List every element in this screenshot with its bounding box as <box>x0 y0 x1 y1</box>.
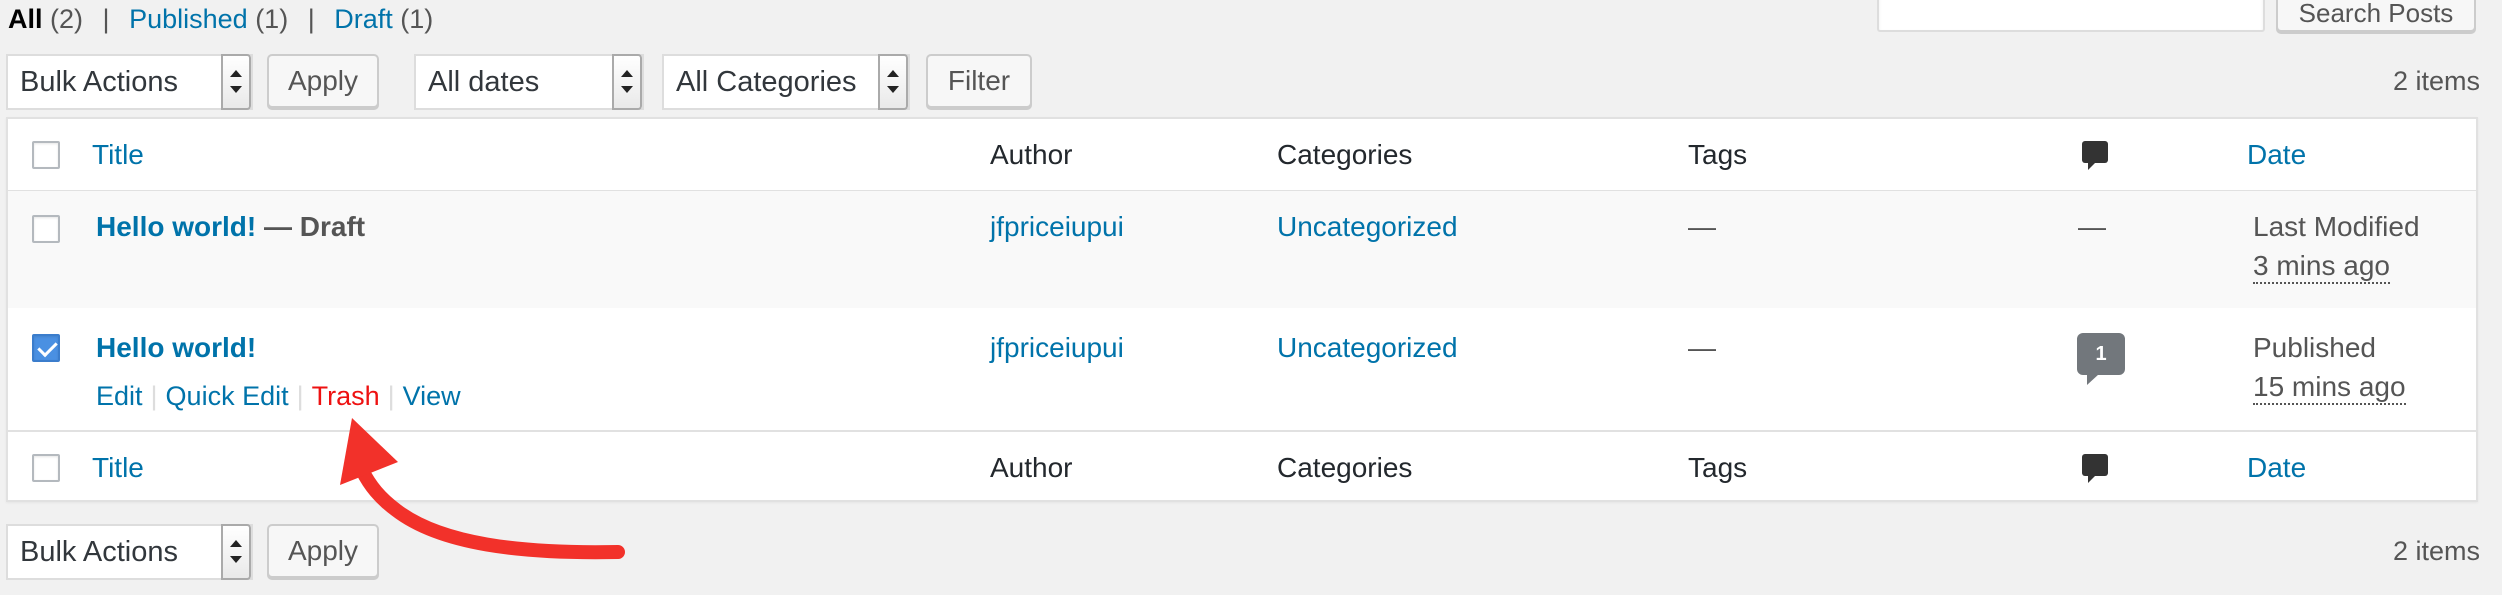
bulk-actions-select-top[interactable]: Bulk Actions <box>6 54 253 110</box>
post-title-link[interactable]: Hello world! <box>96 211 256 242</box>
column-tags-footer: Tags <box>1688 452 1748 483</box>
post-comments: — <box>2078 211 2106 242</box>
post-tags: — <box>1688 211 1716 242</box>
post-date-ago: 3 mins ago <box>2253 250 2390 284</box>
table-footer: Title Author Categories Tags Date <box>8 430 2476 504</box>
select-arrows-icon <box>221 54 251 110</box>
view-link[interactable]: View <box>403 381 461 411</box>
comment-icon[interactable] <box>2082 454 2108 483</box>
bulk-actions-value: Bulk Actions <box>20 66 178 98</box>
post-title-cell: Hello world! — Draft <box>96 211 365 243</box>
trash-link[interactable]: Trash <box>312 381 380 411</box>
column-author-footer: Author <box>990 452 1073 483</box>
apply-button-bottom[interactable]: Apply <box>267 524 379 578</box>
view-all-count: (2) <box>50 4 84 34</box>
comment-count-bubble[interactable]: 1 <box>2077 333 2125 385</box>
view-all-link[interactable]: All <box>8 4 43 34</box>
search-posts-button[interactable]: Search Posts <box>2276 0 2476 32</box>
column-tags-header: Tags <box>1688 139 1748 170</box>
view-separator: | <box>102 4 110 34</box>
select-all-checkbox-bottom[interactable] <box>32 454 60 482</box>
column-date-footer[interactable]: Date <box>2247 452 2306 484</box>
column-title-footer[interactable]: Title <box>92 452 144 484</box>
column-title-header[interactable]: Title <box>92 139 144 171</box>
bulk-actions-value: Bulk Actions <box>20 536 178 568</box>
column-categories-header: Categories <box>1277 139 1413 170</box>
view-draft-count: (1) <box>400 4 434 34</box>
view-separator: | <box>307 4 315 34</box>
row-action-separator: | <box>150 381 158 411</box>
table-row: Hello world! Edit | Quick Edit | Trash | View … <box>8 308 2476 429</box>
items-count-bottom: 2 items <box>2392 536 2480 566</box>
view-draft-link[interactable]: Draft <box>334 4 393 34</box>
post-category-link[interactable]: Uncategorized <box>1277 332 1458 364</box>
dates-filter-select[interactable]: All dates <box>414 54 644 110</box>
edit-link[interactable]: Edit <box>96 381 143 411</box>
row-action-separator: | <box>296 381 304 411</box>
select-arrows-icon <box>612 54 642 110</box>
comment-icon[interactable] <box>2082 141 2108 170</box>
view-published-link[interactable]: Published <box>129 4 248 34</box>
post-date-status: Published <box>2253 332 2376 363</box>
column-categories-footer: Categories <box>1277 452 1413 483</box>
row-action-separator: | <box>387 381 395 411</box>
filter-button[interactable]: Filter <box>926 54 1032 108</box>
row-actions: Edit | Quick Edit | Trash | View <box>96 381 461 412</box>
post-title-link[interactable]: Hello world! <box>96 332 256 364</box>
category-filter-select[interactable]: All Categories <box>662 54 910 110</box>
post-state: — Draft <box>264 211 366 242</box>
table-row: Hello world! — Draft jfpriceiupui Uncate… <box>8 191 2476 308</box>
row-checkbox-checked[interactable] <box>32 334 60 362</box>
select-arrows-icon <box>221 524 251 580</box>
table-header: Title Author Categories Tags Date <box>8 119 2476 192</box>
post-author-link[interactable]: jfpriceiupui <box>990 211 1124 243</box>
post-date-status: Last Modified <box>2253 211 2420 242</box>
items-count-top: 2 items <box>2392 66 2480 96</box>
search-posts-input[interactable] <box>1877 0 2265 32</box>
post-author-link[interactable]: jfpriceiupui <box>990 332 1124 364</box>
post-date-ago: 15 mins ago <box>2253 371 2406 405</box>
post-category-link[interactable]: Uncategorized <box>1277 211 1458 243</box>
category-filter-value: All Categories <box>676 66 857 98</box>
select-arrows-icon <box>878 54 908 110</box>
posts-table: Title Author Categories Tags Date Hello … <box>6 117 2478 502</box>
post-status-views: All (2) | Published (1) | Draft (1) <box>8 4 433 35</box>
apply-button-top[interactable]: Apply <box>267 54 379 108</box>
quick-edit-link[interactable]: Quick Edit <box>166 381 289 411</box>
view-published-count: (1) <box>255 4 289 34</box>
column-date-header[interactable]: Date <box>2247 139 2306 171</box>
post-tags: — <box>1688 332 1716 363</box>
bulk-actions-select-bottom[interactable]: Bulk Actions <box>6 524 253 580</box>
row-checkbox[interactable] <box>32 215 60 243</box>
dates-filter-value: All dates <box>428 66 540 98</box>
select-all-checkbox[interactable] <box>32 141 60 169</box>
column-author-header: Author <box>990 139 1073 170</box>
